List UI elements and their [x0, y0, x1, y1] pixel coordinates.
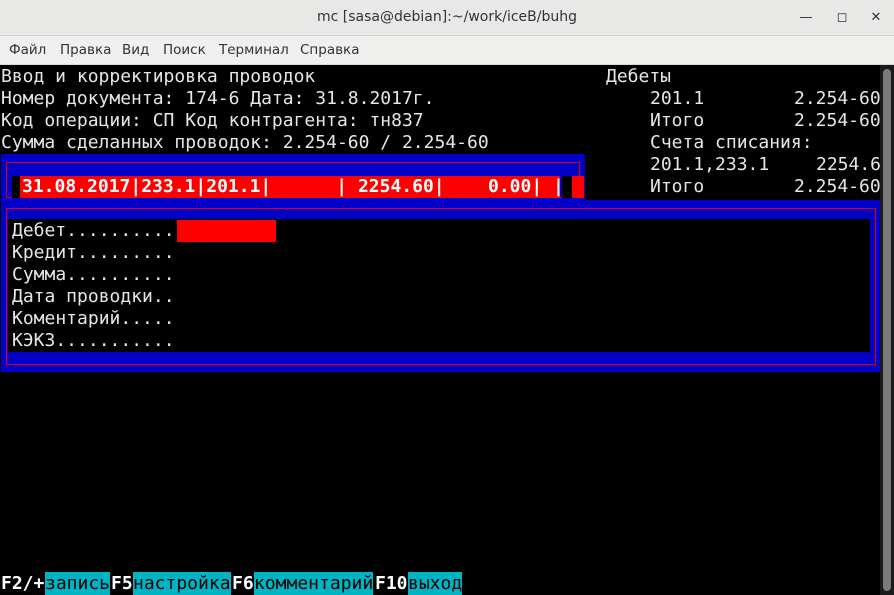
- debit-total-label: Итого: [650, 110, 705, 131]
- f2-save-button[interactable]: запись: [45, 572, 111, 595]
- window-title: mc [sasa@debian]:~/work/iceB/buhg: [317, 9, 577, 25]
- entries-right-mark: [572, 176, 584, 198]
- sum-field-label: Сумма..........: [12, 264, 175, 285]
- menu-search[interactable]: Поиск: [163, 42, 206, 58]
- menu-file[interactable]: Файл: [9, 42, 46, 58]
- f5-key[interactable]: F5: [111, 572, 133, 595]
- document-info: Номер документа: 174-6 Дата: 31.8.2017г.: [1, 88, 435, 109]
- writeoff-amount: 2254.6: [816, 154, 882, 175]
- debits-title: Дебеты: [606, 66, 672, 87]
- kekz-field-label: КЭКЗ...........: [12, 330, 175, 351]
- f6-comment-button[interactable]: комментарий: [254, 572, 374, 595]
- entry-row[interactable]: 31.08.2017|233.1|201.1| | 2254.60| 0.00|…: [22, 176, 564, 198]
- menu-help[interactable]: Справка: [300, 42, 359, 58]
- debit-field-label: Дебет..........: [12, 220, 175, 241]
- minimize-icon[interactable]: —: [797, 9, 815, 27]
- f5-settings-button[interactable]: настройка: [133, 572, 231, 595]
- maximize-icon[interactable]: ◻: [833, 9, 851, 27]
- operation-info: Код операции: СП Код контрагента: тн837: [1, 110, 424, 131]
- comment-field-label: Коментарий.....: [12, 308, 175, 329]
- f6-key[interactable]: F6: [232, 572, 254, 595]
- f10-key[interactable]: F10: [375, 572, 408, 595]
- debit-account: 201.1: [650, 88, 705, 109]
- close-icon[interactable]: ✕: [867, 9, 885, 27]
- date-field-label: Дата проводки..: [12, 286, 175, 307]
- debit-total-amount: 2.254-60: [794, 110, 881, 131]
- writeoff-accounts: 201.1,233.1: [650, 154, 770, 175]
- menu-edit[interactable]: Правка: [60, 42, 111, 58]
- writeoff-title: Счета списания:: [650, 132, 813, 153]
- scrollbar-thumb[interactable]: [883, 69, 891, 591]
- debit-input[interactable]: [177, 220, 276, 242]
- menu-bar: Файл Правка Вид Поиск Терминал Справка: [0, 36, 894, 65]
- terminal-scrollbar[interactable]: [880, 65, 894, 595]
- credit-field-label: Кредит.........: [12, 242, 175, 263]
- writeoff-total-label: Итого: [650, 176, 705, 197]
- sum-info: Сумма сделанных проводок: 2.254-60 / 2.2…: [1, 132, 489, 153]
- entries-left-margin: [12, 176, 20, 198]
- f10-exit-button[interactable]: выход: [408, 572, 463, 595]
- menu-terminal[interactable]: Терминал: [219, 42, 289, 58]
- window-titlebar: mc [sasa@debian]:~/work/iceB/buhg — ◻ ✕: [0, 0, 894, 36]
- f2-key[interactable]: F2/+: [1, 572, 44, 595]
- screen-title: Ввод и корректировка проводок: [1, 66, 316, 87]
- debit-amount: 2.254-60: [794, 88, 881, 109]
- menu-view[interactable]: Вид: [122, 42, 149, 58]
- writeoff-total-amount: 2.254-60: [794, 176, 881, 197]
